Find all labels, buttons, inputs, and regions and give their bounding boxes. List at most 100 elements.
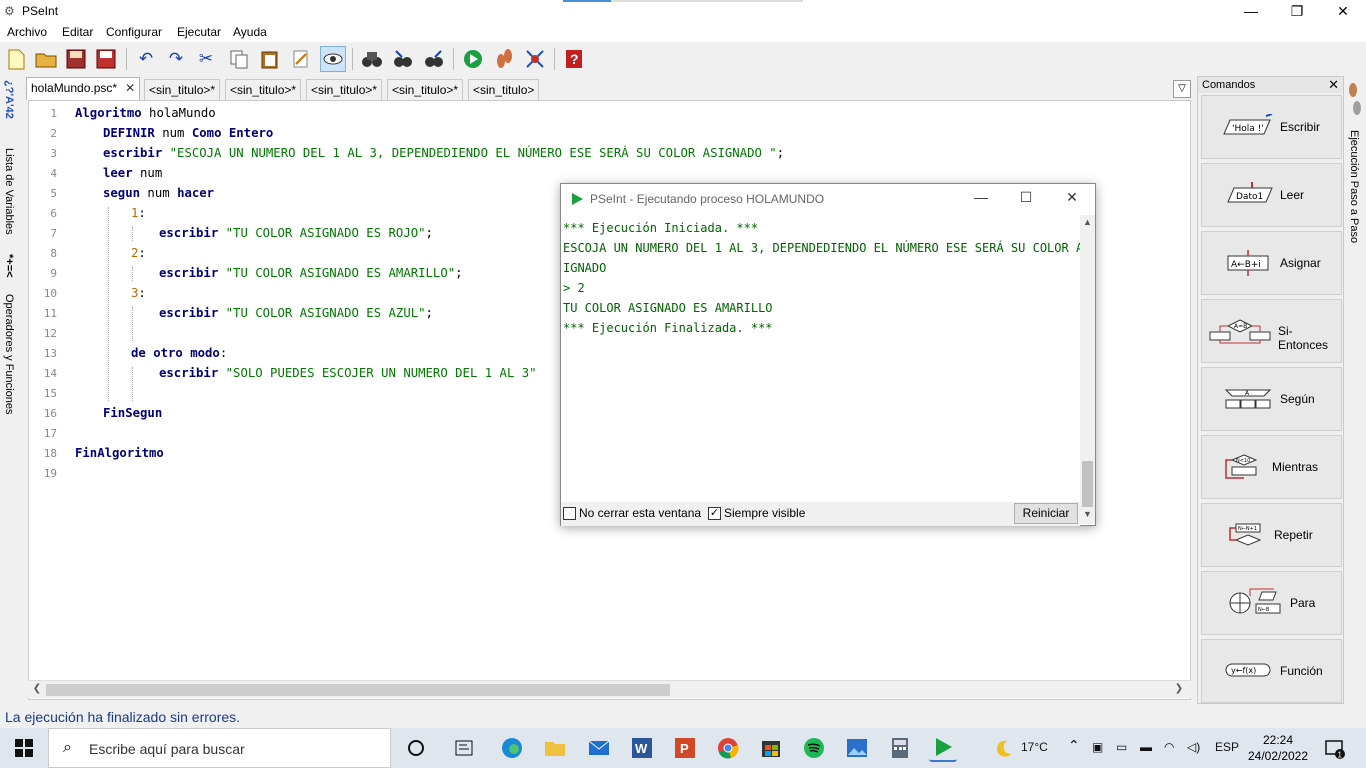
clock[interactable]: 22:24 24/02/2022 (1243, 732, 1313, 764)
open-file-icon[interactable] (33, 46, 59, 72)
tab-sin-titulo-2[interactable]: <sin_titulo>* (225, 79, 302, 100)
tab-sin-titulo-5[interactable]: <sin_titulo> (468, 79, 540, 100)
help-icon[interactable]: ? (561, 46, 587, 72)
scroll-right-icon[interactable]: ❯ (1172, 683, 1186, 694)
save-as-icon[interactable] (93, 46, 119, 72)
variables-tab[interactable]: Lista de Variables (3, 148, 15, 235)
debug-icon[interactable] (522, 46, 548, 72)
clock-time: 22:24 (1262, 733, 1294, 747)
menu-editar[interactable]: Editar (62, 25, 93, 39)
keyword: escribir (159, 266, 219, 280)
cut-icon[interactable]: ✂ (193, 46, 219, 72)
volume-icon[interactable]: ◁) (1187, 740, 1200, 754)
menu-ayuda[interactable]: Ayuda (233, 25, 267, 39)
command-leer[interactable]: Dato1 Leer (1201, 163, 1342, 227)
step-execution-tab[interactable]: Ejecución Paso a Paso (1348, 130, 1360, 243)
command-escribir[interactable]: 'Hola !' Escribir (1201, 95, 1342, 159)
powerpoint-icon[interactable]: P (671, 734, 699, 762)
reiniciar-button[interactable]: Reiniciar (1014, 503, 1078, 524)
command-funcion[interactable]: y←f(x) Función (1201, 639, 1342, 703)
command-asignar[interactable]: A←B+i Asignar (1201, 231, 1342, 295)
siempre-visible-checkbox[interactable]: ✓ (708, 507, 721, 520)
chevron-up-icon[interactable]: ⌃ (1068, 737, 1080, 754)
operators-tab[interactable]: Operadores y Funciones (3, 294, 15, 414)
mail-icon[interactable] (585, 734, 613, 762)
command-para[interactable]: N←B Para (1201, 571, 1342, 635)
pseint-taskbar-icon[interactable] (929, 734, 957, 762)
scroll-left-icon[interactable]: ❮ (30, 683, 44, 694)
menu-archivo[interactable]: Archivo (7, 25, 47, 39)
command-repetir[interactable]: N←N+1 Repetir (1201, 503, 1342, 567)
indent-guide (132, 307, 133, 341)
photos-icon[interactable] (843, 734, 871, 762)
find-prev-icon[interactable] (390, 46, 416, 72)
keyword: leer (103, 166, 133, 180)
spotify-icon[interactable] (800, 734, 828, 762)
edge-icon[interactable] (498, 734, 526, 762)
run-maximize-button[interactable]: ☐ (1011, 189, 1041, 206)
menu-ejecutar[interactable]: Ejecutar (177, 25, 221, 39)
file-explorer-icon[interactable] (541, 734, 569, 762)
undo-icon[interactable]: ↶ (133, 46, 159, 72)
chrome-icon[interactable] (714, 734, 742, 762)
step-icon[interactable] (491, 46, 517, 72)
maximize-button[interactable]: ❐ (1274, 0, 1320, 22)
battery-icon[interactable]: ▬ (1140, 740, 1152, 754)
no-cerrar-label: No cerrar esta ventana (579, 506, 702, 520)
scrollbar-thumb[interactable] (1082, 461, 1093, 507)
menu-configurar[interactable]: Configurar (106, 25, 162, 39)
keyword: Algoritmo (75, 106, 142, 120)
display-icon[interactable]: ▭ (1116, 740, 1127, 754)
line-number: 6 (50, 207, 57, 220)
title-accent (563, 0, 611, 2)
status-bar: La ejecución ha finalizado sin errores. (0, 706, 1366, 728)
visibility-icon[interactable] (320, 46, 346, 72)
funcion-glyph: y←f(x) (1231, 666, 1256, 675)
edit-icon[interactable] (288, 46, 314, 72)
save-icon[interactable] (63, 46, 89, 72)
horizontal-scrollbar[interactable]: ❮ ❯ (28, 680, 1191, 698)
store-icon[interactable] (757, 734, 785, 762)
notifications-icon[interactable]: 1 (1321, 734, 1349, 762)
taskbar-search[interactable]: ⌕ Escribe aquí para buscar (48, 728, 391, 768)
run-icon[interactable] (460, 46, 486, 72)
windows-start-icon[interactable] (0, 728, 48, 768)
scrollbar-thumb[interactable] (46, 684, 670, 696)
run-close-button[interactable]: ✕ (1057, 189, 1087, 206)
tab-list-dropdown[interactable]: ▽ (1173, 80, 1191, 98)
command-segun[interactable]: A Según (1201, 367, 1342, 431)
word-icon[interactable]: W (628, 734, 656, 762)
paste-icon[interactable] (257, 46, 283, 72)
tab-holamundo[interactable]: holaMundo.psc* ✕ (26, 77, 141, 100)
tab-sin-titulo-1[interactable]: <sin_titulo>* (144, 79, 221, 100)
scroll-up-icon[interactable]: ▲ (1080, 217, 1095, 227)
scroll-down-icon[interactable]: ▼ (1080, 509, 1095, 519)
tab-sin-titulo-3[interactable]: <sin_titulo>* (306, 79, 383, 100)
calculator-icon[interactable] (886, 734, 914, 762)
weather-temp[interactable]: 17°C (1021, 740, 1048, 754)
mientras-icon: N<10 (1225, 454, 1258, 479)
meet-icon[interactable]: ▣ (1092, 740, 1103, 754)
find-next-icon[interactable] (421, 46, 447, 72)
console-scrollbar[interactable]: ▲ ▼ (1080, 215, 1095, 524)
copy-icon[interactable] (226, 46, 252, 72)
redo-icon[interactable]: ↷ (163, 46, 189, 72)
colon: : (138, 246, 146, 260)
task-view-icon[interactable] (402, 734, 430, 762)
code-line-16: FinSegun (103, 406, 162, 420)
no-cerrar-checkbox[interactable] (563, 507, 576, 520)
command-si-entonces[interactable]: A=B Si-Entonces (1201, 299, 1342, 363)
language-indicator[interactable]: ESP (1215, 740, 1239, 754)
tab-sin-titulo-4[interactable]: <sin_titulo>* (387, 79, 464, 100)
wifi-icon[interactable]: ◠ (1164, 740, 1174, 754)
minimize-button[interactable]: — (1228, 0, 1274, 22)
left-sidebar: ¿?'A'42 Lista de Variables *+=< Operador… (0, 76, 22, 706)
command-mientras[interactable]: N<10 Mientras (1201, 435, 1342, 499)
find-icon[interactable] (359, 46, 385, 72)
new-file-icon[interactable] (3, 46, 29, 72)
close-tab-icon[interactable]: ✕ (125, 81, 135, 95)
widgets-icon[interactable] (450, 734, 478, 762)
run-minimize-button[interactable]: — (966, 189, 996, 205)
close-panel-icon[interactable]: ✕ (1328, 77, 1339, 93)
close-button[interactable]: ✕ (1320, 0, 1366, 22)
